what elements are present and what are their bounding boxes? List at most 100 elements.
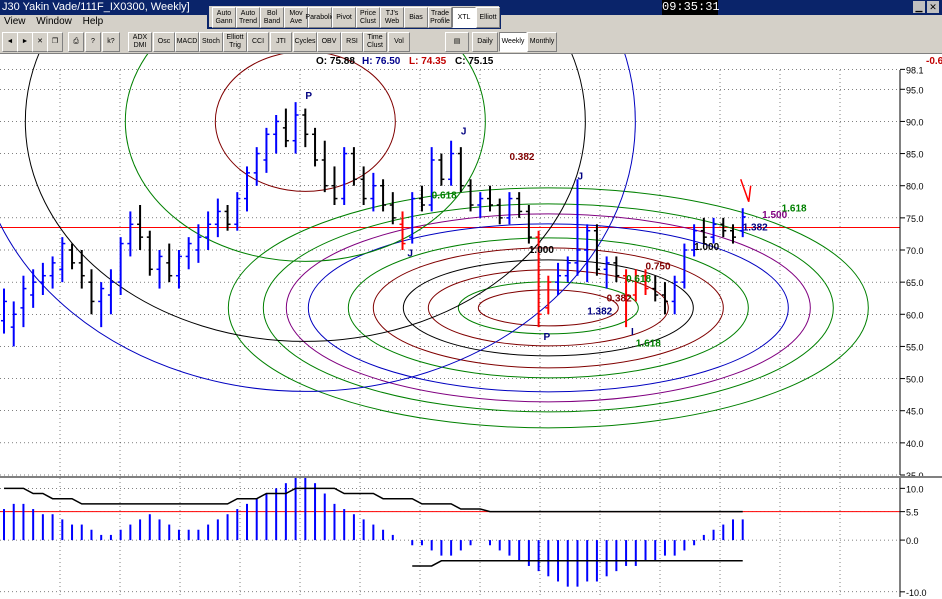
price-bar — [584, 224, 591, 283]
btn-monthly[interactable]: Monthly — [527, 32, 557, 52]
price-bar — [302, 108, 309, 148]
price-bar — [350, 147, 357, 186]
price-tick-label: 75.0 — [906, 214, 924, 224]
price-tick-label: 90.0 — [906, 117, 924, 127]
price-bar — [700, 217, 707, 244]
btn-pivot[interactable]: Pivot — [332, 7, 356, 28]
open-value: O: 75.88 — [316, 56, 355, 67]
chart-grid — [0, 69, 942, 476]
price-bar — [312, 127, 319, 167]
price-bar — [30, 269, 37, 308]
price-bar — [710, 217, 717, 244]
btn-jti[interactable]: JTI — [270, 32, 292, 52]
btn-elliott[interactable]: Elliott — [476, 7, 500, 28]
price-bar — [166, 243, 173, 283]
btn-vol[interactable]: Vol — [388, 32, 410, 52]
pivot-label: J — [461, 126, 467, 137]
price-bar — [360, 166, 367, 205]
change-value: -0.6 — [926, 56, 942, 67]
high-value: H: 76.50 — [362, 56, 401, 67]
price-bar — [321, 140, 328, 193]
btn-elliott-trig[interactable]: Elliott Trig — [223, 32, 247, 52]
price-bar — [98, 282, 105, 328]
btn-obv[interactable]: OBV — [317, 32, 341, 52]
osc-tick-label: 5.5 — [906, 508, 919, 518]
copy-icon[interactable]: ❐ — [47, 32, 63, 52]
btn-mov-ave[interactable]: Mov Ave — [284, 7, 308, 28]
price-bar — [49, 256, 56, 289]
price-tick-label: 80.0 — [906, 182, 924, 192]
price-bar — [156, 250, 163, 289]
price-bar — [175, 250, 182, 289]
delete-icon[interactable]: ✕ — [32, 32, 48, 52]
fib-label: 0.750 — [646, 261, 671, 272]
price-bar — [603, 256, 610, 289]
btn-daily[interactable]: Daily — [472, 32, 498, 52]
toolbar: ◄ ► ✕ ❐ ⎙ ? k? ADX DMI Osc MACD Stoch El… — [0, 29, 942, 54]
menu-view[interactable]: View — [0, 15, 30, 29]
btn-tjs-web[interactable]: TJ's Web — [380, 7, 404, 28]
price-bar — [292, 102, 299, 154]
pivot-label: J — [577, 171, 583, 182]
price-bar — [234, 192, 241, 231]
price-bar — [506, 192, 513, 225]
ohlc-readout: O: 75.88 H: 76.50 L: 74.35 C: 75.15 -0.6 — [0, 54, 942, 68]
btn-cci[interactable]: CCI — [247, 32, 269, 52]
btn-time-clust[interactable]: Time Clust — [363, 32, 387, 52]
fib-label: 1.000 — [694, 242, 719, 253]
btn-bol-band[interactable]: Bol Band — [260, 7, 284, 28]
btn-price-clust[interactable]: Price Clust — [356, 7, 380, 28]
price-bar — [214, 198, 221, 238]
btn-macro-disabled[interactable]: ▤ — [445, 32, 469, 52]
menu-help[interactable]: Help — [79, 15, 108, 29]
price-bar — [39, 262, 46, 295]
btn-parabolic[interactable]: Parabolic — [305, 7, 335, 28]
price-bar — [613, 256, 620, 283]
price-axis: 98.195.090.085.080.075.070.065.060.055.0… — [0, 65, 942, 481]
pivot-label: I — [631, 327, 634, 338]
btn-trade-profile[interactable]: Trade Profile — [428, 7, 452, 28]
price-bar — [681, 243, 688, 289]
price-bar — [146, 230, 153, 276]
info-icon[interactable]: ? — [85, 32, 101, 52]
price-bar — [273, 115, 280, 154]
forward-icon[interactable]: ► — [17, 32, 33, 52]
pivot-label: P — [305, 91, 312, 102]
chart-annotations: 0.382 0.618 1.000 0.382 0.750 0.618 1.382 1.618… — [305, 91, 807, 349]
oscillator-panel: 10.0 5.5 0.0 -10.0 — [0, 478, 942, 598]
price-bar — [107, 269, 114, 315]
btn-cycles[interactable]: Cycles — [293, 32, 317, 52]
close-icon[interactable]: ✕ — [927, 1, 939, 13]
btn-macd[interactable]: MACD — [175, 32, 199, 52]
btn-osc[interactable]: Osc — [153, 32, 175, 52]
btn-xtl[interactable]: XTL — [452, 7, 476, 28]
btn-adx-dmi[interactable]: ADX DMI — [128, 32, 152, 52]
price-bar — [380, 179, 387, 212]
price-bar — [389, 192, 396, 225]
minimize-icon[interactable]: ▁ — [913, 1, 925, 13]
help-icon[interactable]: k? — [102, 32, 120, 52]
btn-auto-trend[interactable]: Auto Trend — [236, 7, 260, 28]
fib-label: 0.618 — [432, 191, 457, 202]
price-bar — [127, 211, 134, 257]
price-bar — [457, 147, 464, 193]
print-icon[interactable]: ⎙ — [68, 32, 84, 52]
btn-bias[interactable]: Bias — [404, 7, 428, 28]
price-bar — [341, 147, 348, 205]
fib-label: 0.382 — [509, 152, 534, 163]
menu-window[interactable]: Window — [32, 15, 76, 29]
price-bar — [652, 275, 659, 302]
studies-title-bar — [209, 2, 499, 6]
btn-rsi[interactable]: RSI — [341, 32, 363, 52]
clock: 09:35:31 — [662, 0, 720, 15]
price-tick-label: 60.0 — [906, 310, 924, 320]
price-bar — [448, 140, 455, 186]
price-bar — [661, 282, 668, 315]
btn-stoch[interactable]: Stoch — [199, 32, 223, 52]
price-bar — [205, 211, 212, 250]
btn-auto-gann[interactable]: Auto Gann — [212, 7, 236, 28]
back-icon[interactable]: ◄ — [2, 32, 18, 52]
price-tick-label: 40.0 — [906, 439, 924, 449]
btn-weekly[interactable]: Weekly — [499, 32, 527, 52]
fib-label: 1.382 — [587, 306, 612, 317]
